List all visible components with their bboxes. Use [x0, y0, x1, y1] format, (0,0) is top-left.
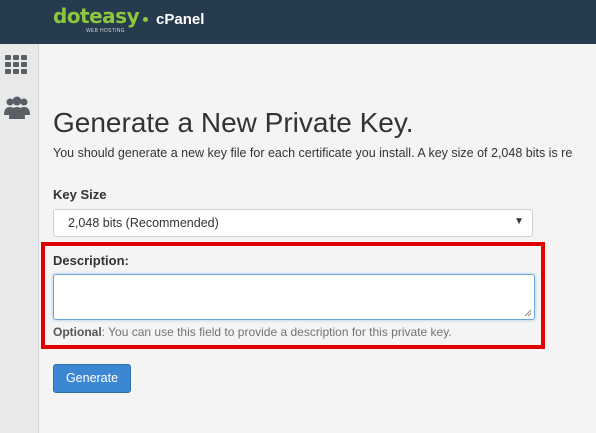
- apps-grid-icon[interactable]: [5, 55, 27, 74]
- key-size-label: Key Size: [53, 187, 107, 202]
- help-text: : You can use this field to provide a de…: [101, 325, 452, 339]
- sidebar: [0, 44, 39, 433]
- generate-button[interactable]: Generate: [53, 364, 131, 393]
- key-size-select[interactable]: 2,048 bits (Recommended) ▼: [53, 209, 533, 237]
- page-description: You should generate a new key file for e…: [53, 146, 573, 160]
- doteasy-logo[interactable]: doteasy WEB HOSTING: [53, 4, 140, 36]
- product-name[interactable]: cPanel: [156, 11, 204, 28]
- description-textarea[interactable]: [53, 274, 535, 320]
- logo-subtext: WEB HOSTING: [86, 28, 125, 34]
- help-optional: Optional: [53, 325, 102, 339]
- description-label: Description:: [53, 253, 129, 268]
- key-size-selected-value: 2,048 bits (Recommended): [68, 216, 219, 230]
- resize-handle-icon[interactable]: [524, 309, 532, 317]
- logo-text: doteasy: [53, 4, 140, 28]
- top-bar: doteasy WEB HOSTING cPanel: [0, 0, 596, 44]
- page-title: Generate a New Private Key.: [53, 107, 414, 138]
- description-help: Optional: You can use this field to prov…: [53, 325, 452, 339]
- brand-separator-dot: [143, 17, 148, 22]
- caret-down-icon: ▼: [514, 216, 524, 227]
- users-icon[interactable]: [4, 96, 30, 120]
